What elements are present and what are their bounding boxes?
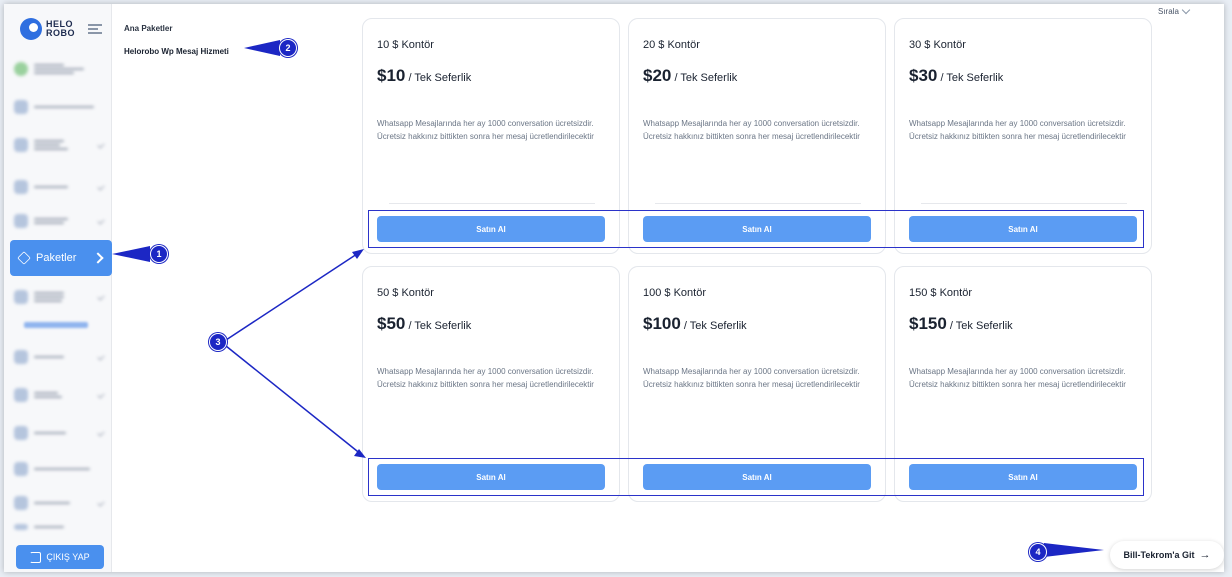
price-amount: $50 [377, 314, 406, 333]
chevron-down-icon [97, 183, 105, 191]
price-period: / Tek Seferlik [674, 72, 738, 84]
card-price: $50 / Tek Seferlik [377, 314, 471, 334]
blurred-icon [14, 62, 28, 76]
card-title: 10 $ Kontör [377, 39, 434, 51]
divider [921, 203, 1127, 204]
highlight-box [368, 210, 1144, 248]
card-price: $100 / Tek Seferlik [643, 314, 747, 334]
price-amount: $150 [909, 314, 947, 333]
logout-button[interactable]: ÇIKIŞ YAP [16, 545, 104, 569]
price-amount: $20 [643, 66, 672, 85]
card-description: Whatsapp Mesajlarında her ay 1000 conver… [909, 367, 1126, 389]
annotation-callout-2: 2 [279, 39, 297, 57]
card-description: Whatsapp Mesajlarında her ay 1000 conver… [643, 367, 860, 389]
breadcrumb-ana-paketler[interactable]: Ana Paketler [124, 24, 172, 33]
card-title: 20 $ Kontör [643, 39, 700, 51]
logo-text-bottom: ROBO [46, 28, 75, 38]
logo-text: HELO ROBO [46, 20, 75, 38]
card-title: 30 $ Kontör [909, 39, 966, 51]
price-amount: $100 [643, 314, 681, 333]
section-label-blurred [24, 322, 88, 328]
blurred-icon [14, 138, 28, 152]
bill-tekrom-button[interactable]: Bill-Tekrom'a Git → [1110, 541, 1224, 569]
sidebar-item-blurred[interactable] [14, 56, 104, 82]
sidebar-item-blurred[interactable] [14, 520, 104, 534]
sidebar-item-paketler[interactable]: Paketler [10, 240, 112, 276]
chevron-down-icon [97, 391, 105, 399]
app-window: HELO ROBO Paketler ÇIKIŞ YAP Ana Paketle… [4, 4, 1224, 572]
sidebar-item-blurred[interactable] [14, 174, 105, 200]
chevron-right-icon [92, 252, 104, 264]
blurred-icon [14, 426, 28, 440]
blurred-icon [14, 290, 28, 304]
sidebar-item-blurred[interactable] [14, 280, 105, 314]
menu-toggle-icon[interactable] [88, 24, 102, 36]
price-amount: $30 [909, 66, 938, 85]
sidebar: HELO ROBO Paketler ÇIKIŞ YAP [4, 4, 112, 572]
price-period: / Tek Seferlik [408, 72, 472, 84]
card-title: 150 $ Kontör [909, 287, 972, 299]
sort-dropdown[interactable]: Sırala [1158, 5, 1191, 16]
price-period: / Tek Seferlik [949, 320, 1013, 332]
chevron-down-icon [97, 353, 105, 361]
sidebar-item-blurred[interactable] [14, 344, 105, 370]
card-description: Whatsapp Mesajlarında her ay 1000 conver… [643, 119, 860, 141]
card-description: Whatsapp Mesajlarında her ay 1000 conver… [377, 367, 594, 389]
sidebar-item-blurred[interactable] [14, 420, 105, 446]
divider [655, 203, 861, 204]
bill-button-label: Bill-Tekrom'a Git [1123, 550, 1195, 560]
blurred-icon [14, 100, 28, 114]
blurred-icon [14, 214, 28, 228]
chevron-down-icon [97, 293, 105, 301]
price-amount: $10 [377, 66, 406, 85]
card-price: $150 / Tek Seferlik [909, 314, 1013, 334]
sidebar-item-blurred[interactable] [14, 490, 105, 516]
annotation-callout-4: 4 [1029, 543, 1047, 561]
arrow-right-icon: → [1199, 549, 1211, 561]
logout-icon [30, 551, 42, 563]
sidebar-item-label: Paketler [36, 252, 77, 264]
sidebar-item-blurred[interactable] [14, 456, 104, 482]
blurred-icon [14, 462, 28, 476]
chevron-down-icon [97, 499, 105, 507]
chevron-down-icon [97, 429, 105, 437]
sidebar-item-blurred[interactable] [14, 382, 105, 408]
logout-label: ÇIKIŞ YAP [46, 552, 90, 562]
breadcrumb-current: Helorobo Wp Mesaj Hizmeti [124, 47, 229, 56]
divider [389, 203, 595, 204]
chevron-down-icon [97, 217, 105, 225]
card-description: Whatsapp Mesajlarında her ay 1000 conver… [377, 119, 594, 141]
sidebar-item-blurred[interactable] [14, 94, 104, 120]
card-price: $20 / Tek Seferlik [643, 66, 737, 86]
annotation-callout-3: 3 [209, 333, 227, 351]
chevron-down-icon [97, 141, 105, 149]
sidebar-item-blurred[interactable] [14, 208, 105, 234]
blurred-icon [14, 350, 28, 364]
chevron-down-icon [1181, 5, 1191, 14]
package-icon [17, 251, 31, 265]
card-title: 50 $ Kontör [377, 287, 434, 299]
price-period: / Tek Seferlik [683, 320, 747, 332]
highlight-box [368, 458, 1144, 496]
logo-icon [20, 18, 42, 40]
price-period: / Tek Seferlik [940, 72, 1004, 84]
price-period: / Tek Seferlik [408, 320, 472, 332]
card-price: $30 / Tek Seferlik [909, 66, 1003, 86]
blurred-icon [14, 388, 28, 402]
card-title: 100 $ Kontör [643, 287, 706, 299]
annotation-callout-1: 1 [150, 245, 168, 263]
sort-label: Sırala [1158, 7, 1179, 16]
card-price: $10 / Tek Seferlik [377, 66, 471, 86]
logo: HELO ROBO [20, 18, 75, 40]
card-description: Whatsapp Mesajlarında her ay 1000 conver… [909, 119, 1126, 141]
blurred-icon [14, 496, 28, 510]
blurred-icon [14, 524, 28, 530]
blurred-icon [14, 180, 28, 194]
sidebar-item-blurred[interactable] [14, 132, 105, 158]
